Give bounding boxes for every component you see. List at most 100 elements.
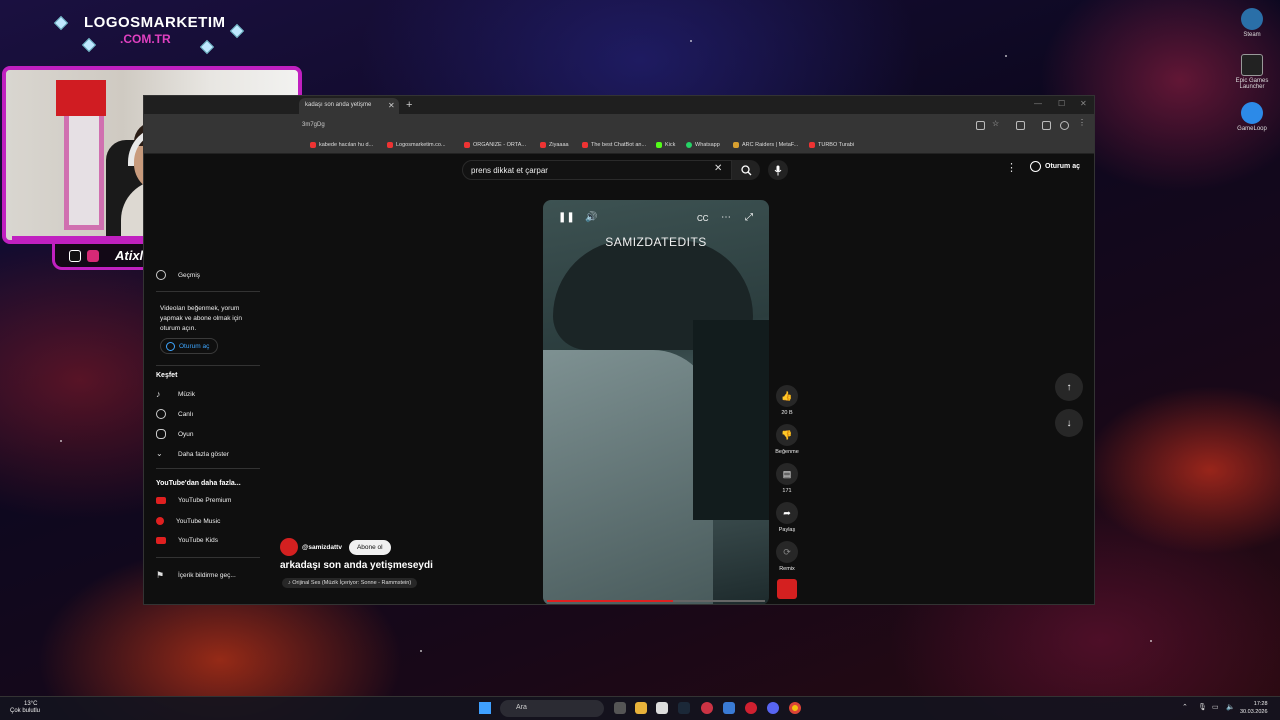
sidebar-item-youtube-kids[interactable]: YouTube Kids (156, 537, 218, 544)
bookmark-item[interactable]: Whatsapp (686, 142, 720, 148)
bookmark-item[interactable]: Kick (656, 142, 675, 148)
chevron-down-icon: ⌄ (156, 449, 163, 458)
steam-desktop-shortcut[interactable]: Steam (1232, 8, 1272, 38)
taskbar-search-box[interactable]: Ara (500, 700, 604, 717)
weather-widget[interactable]: 13°C Çok bulutlu (10, 701, 40, 715)
search-input[interactable]: prens dikkat et çarpar (462, 160, 732, 180)
clock-time: 17:28 (1253, 701, 1268, 707)
network-icon[interactable]: ▭ (1212, 703, 1219, 711)
clear-search-icon[interactable]: ✕ (714, 163, 722, 174)
microphone-tray-icon[interactable]: 🎙 (1198, 703, 1207, 711)
bookmark-item[interactable]: The best ChatBot an... (582, 142, 646, 148)
steam-taskbar-icon[interactable] (678, 702, 690, 714)
epic-games-desktop-shortcut[interactable]: Epic Games Launcher (1232, 54, 1272, 90)
comments-button[interactable]: ▤ 171 (774, 463, 800, 494)
sidebar-item-youtube-music[interactable]: YouTube Music (156, 517, 220, 525)
wallpaper-star (1005, 55, 1007, 57)
bookmark-favicon (540, 142, 546, 148)
sidebar-item-label: Daha fazla göster (178, 450, 229, 458)
discord-icon[interactable] (767, 702, 779, 714)
sidebar-item-label: YouTube Premium (178, 497, 232, 504)
share-icon: ➦ (776, 502, 798, 524)
bookmark-item[interactable]: ORGANIZE - ORTA... (464, 142, 526, 148)
windows-start-icon[interactable] (479, 702, 491, 714)
settings-more-icon[interactable]: ⋮ (1006, 161, 1017, 174)
gameloop-desktop-shortcut[interactable]: GameLoop (1232, 102, 1272, 132)
sidebar-show-more[interactable]: ⌄ Daha fazla göster (156, 449, 229, 459)
tray-chevron-icon[interactable]: ⌃ (1182, 703, 1188, 711)
pause-icon[interactable]: ❚❚ (558, 212, 575, 223)
avatar[interactable] (280, 538, 298, 556)
volume-tray-icon[interactable]: 🔈 (1226, 703, 1235, 711)
app-taskbar-icon[interactable] (723, 702, 735, 714)
video-title[interactable]: arkadaşı son anda yetişmeseydi (280, 560, 433, 571)
search-button[interactable] (732, 160, 760, 180)
subscribe-button[interactable]: Abone ol (348, 539, 391, 555)
system-clock[interactable]: 17:28 30.03.2026 (1240, 700, 1268, 716)
bookmark-item[interactable]: ARC Raiders | MetaF... (733, 142, 798, 148)
install-app-icon[interactable] (976, 121, 985, 130)
more-options-icon[interactable]: ⋯ (721, 212, 731, 223)
sidebar-item-report[interactable]: ⚑ İçerik bildirme geç... (156, 570, 236, 580)
like-button[interactable]: 👍 20 B (774, 385, 800, 416)
next-video-button[interactable]: ↓ (1055, 409, 1083, 437)
profile-icon[interactable] (1060, 121, 1069, 130)
file-explorer-icon[interactable] (635, 702, 647, 714)
close-tab-icon[interactable]: ✕ (388, 101, 395, 110)
shorts-video-player[interactable]: ❚❚ 🔊 CC ⋯ ⤢ SAMIZDATEDITS (543, 200, 769, 604)
remix-button[interactable]: ⟳ Remix (774, 541, 800, 572)
bookmark-item[interactable]: Ziyaaaa (540, 142, 569, 148)
sidebar-item-youtube-premium[interactable]: YouTube Premium (156, 497, 231, 504)
remix-icon: ⟳ (776, 541, 798, 563)
bookmark-item[interactable]: Logosmarketim.co... (387, 142, 446, 148)
channel-info: @samizdattv Abone ol (280, 538, 391, 556)
explore-heading: Keşfet (156, 372, 178, 379)
window-close-icon[interactable]: ✕ (1080, 99, 1087, 108)
new-tab-icon[interactable]: + (406, 99, 412, 111)
previous-video-button[interactable]: ↑ (1055, 373, 1083, 401)
video-frame-background (693, 320, 769, 520)
app-taskbar-icon[interactable] (701, 702, 713, 714)
volume-icon[interactable]: 🔊 (585, 212, 597, 223)
dislike-button[interactable]: 👎 Beğenme (774, 424, 800, 455)
media-icon[interactable] (1042, 121, 1051, 130)
captions-icon[interactable]: CC (697, 214, 709, 223)
fullscreen-icon[interactable]: ⤢ (745, 212, 753, 223)
signin-button[interactable]: Oturum aç (1030, 161, 1080, 172)
task-view-icon[interactable] (614, 702, 626, 714)
sound-thumbnail[interactable] (774, 579, 800, 602)
bookmark-label: ORGANIZE - ORTA... (473, 142, 526, 148)
extensions-icon[interactable] (1016, 121, 1025, 130)
bookmark-item[interactable]: kabede hacılan hu d... (310, 142, 373, 148)
share-button[interactable]: ➦ Paylaş (774, 502, 800, 533)
bookmark-star-icon[interactable]: ☆ (992, 119, 1001, 128)
sidebar-item-history[interactable]: Geçmiş (156, 270, 200, 280)
bookmark-item[interactable]: TURBO Turabi (809, 142, 854, 148)
tab-active-video[interactable]: kadaşı son anda yetişme (299, 98, 399, 114)
sidebar-divider (156, 468, 260, 469)
microphone-icon (774, 165, 782, 175)
shortcut-label: Steam (1243, 32, 1261, 38)
flag-icon: ⚑ (156, 570, 165, 580)
sidebar-item-music[interactable]: ♪ Müzik (156, 389, 195, 399)
minimize-icon[interactable]: — (1034, 99, 1042, 108)
wallpaper-star (1150, 640, 1152, 642)
store-icon[interactable] (656, 702, 668, 714)
sidebar-item-label: İçerik bildirme geç... (178, 571, 236, 579)
bookmark-label: kabede hacılan hu d... (319, 142, 374, 148)
channel-handle[interactable]: @samizdattv (302, 544, 342, 551)
sidebar-item-live[interactable]: Canlı (156, 409, 193, 419)
browser-menu-icon[interactable]: ⋮ (1078, 118, 1087, 127)
app-taskbar-icon[interactable] (745, 702, 757, 714)
sidebar-item-gaming[interactable]: Oyun (156, 429, 194, 439)
sidebar-signin-button[interactable]: Oturum aç (160, 338, 218, 354)
voice-search-button[interactable] (768, 160, 788, 180)
chrome-icon[interactable] (789, 702, 801, 714)
video-progress-bar[interactable] (547, 600, 765, 602)
arrow-up-icon: ↑ (1066, 381, 1072, 393)
video-frame-subject-jacket (543, 350, 713, 604)
maximize-icon[interactable]: ☐ (1058, 99, 1065, 108)
url-text[interactable]: 3m7gDg (302, 122, 325, 128)
audio-attribution[interactable]: ♪ Orijinal Ses (Müzik İçeriyor: Sonne - … (282, 578, 418, 588)
dislike-label: Beğenme (775, 449, 799, 455)
